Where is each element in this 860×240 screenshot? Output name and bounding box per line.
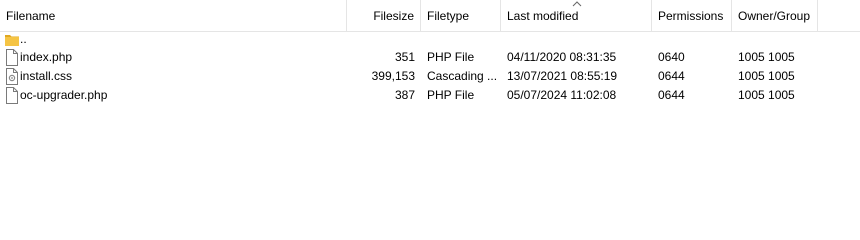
- column-header-filesize[interactable]: Filesize: [347, 0, 421, 31]
- column-header-filename[interactable]: Filename: [0, 0, 347, 31]
- column-header-owner-group[interactable]: Owner/Group: [732, 0, 818, 31]
- column-header-permissions[interactable]: Permissions: [652, 0, 732, 31]
- file-owner-group: 1005 1005: [738, 69, 795, 83]
- file-name: install.css: [20, 69, 73, 83]
- file-owner-group: 1005 1005: [738, 88, 795, 102]
- file-name: oc-upgrader.php: [20, 88, 108, 102]
- file-permissions: 0644: [658, 69, 685, 83]
- column-header-row: Filename Filesize Filetype Last modified…: [0, 0, 860, 32]
- file-type: PHP File: [427, 88, 475, 102]
- file-type: Cascading ...: [427, 69, 498, 83]
- file-size: 399,153: [371, 69, 415, 83]
- file-permissions: 0640: [658, 50, 685, 64]
- file-name: ..: [20, 32, 27, 46]
- table-row[interactable]: install.css 399,153 Cascading ... 13/07/…: [0, 67, 860, 86]
- sort-ascending-icon: [572, 1, 582, 7]
- list-item-parent-directory[interactable]: ..: [0, 30, 860, 49]
- file-icon: [6, 49, 18, 66]
- remote-file-list[interactable]: Filename Filesize Filetype Last modified…: [0, 0, 860, 214]
- file-permissions: 0644: [658, 88, 685, 102]
- file-name: index.php: [20, 50, 73, 64]
- file-owner-group: 1005 1005: [738, 50, 795, 64]
- file-modified: 04/11/2020 08:31:35: [507, 50, 617, 64]
- file-icon: [6, 87, 18, 104]
- column-header-filetype[interactable]: Filetype: [421, 0, 501, 31]
- file-type: PHP File: [427, 50, 475, 64]
- table-row[interactable]: index.php 351 PHP File 04/11/2020 08:31:…: [0, 48, 860, 67]
- css-file-icon: [6, 68, 18, 85]
- file-modified: 13/07/2021 08:55:19: [507, 69, 618, 83]
- file-size: 351: [394, 50, 415, 64]
- file-modified: 05/07/2024 11:02:08: [507, 88, 617, 102]
- folder-icon: [5, 35, 19, 46]
- file-size: 387: [394, 88, 415, 102]
- table-row[interactable]: oc-upgrader.php 387 PHP File 05/07/2024 …: [0, 86, 860, 105]
